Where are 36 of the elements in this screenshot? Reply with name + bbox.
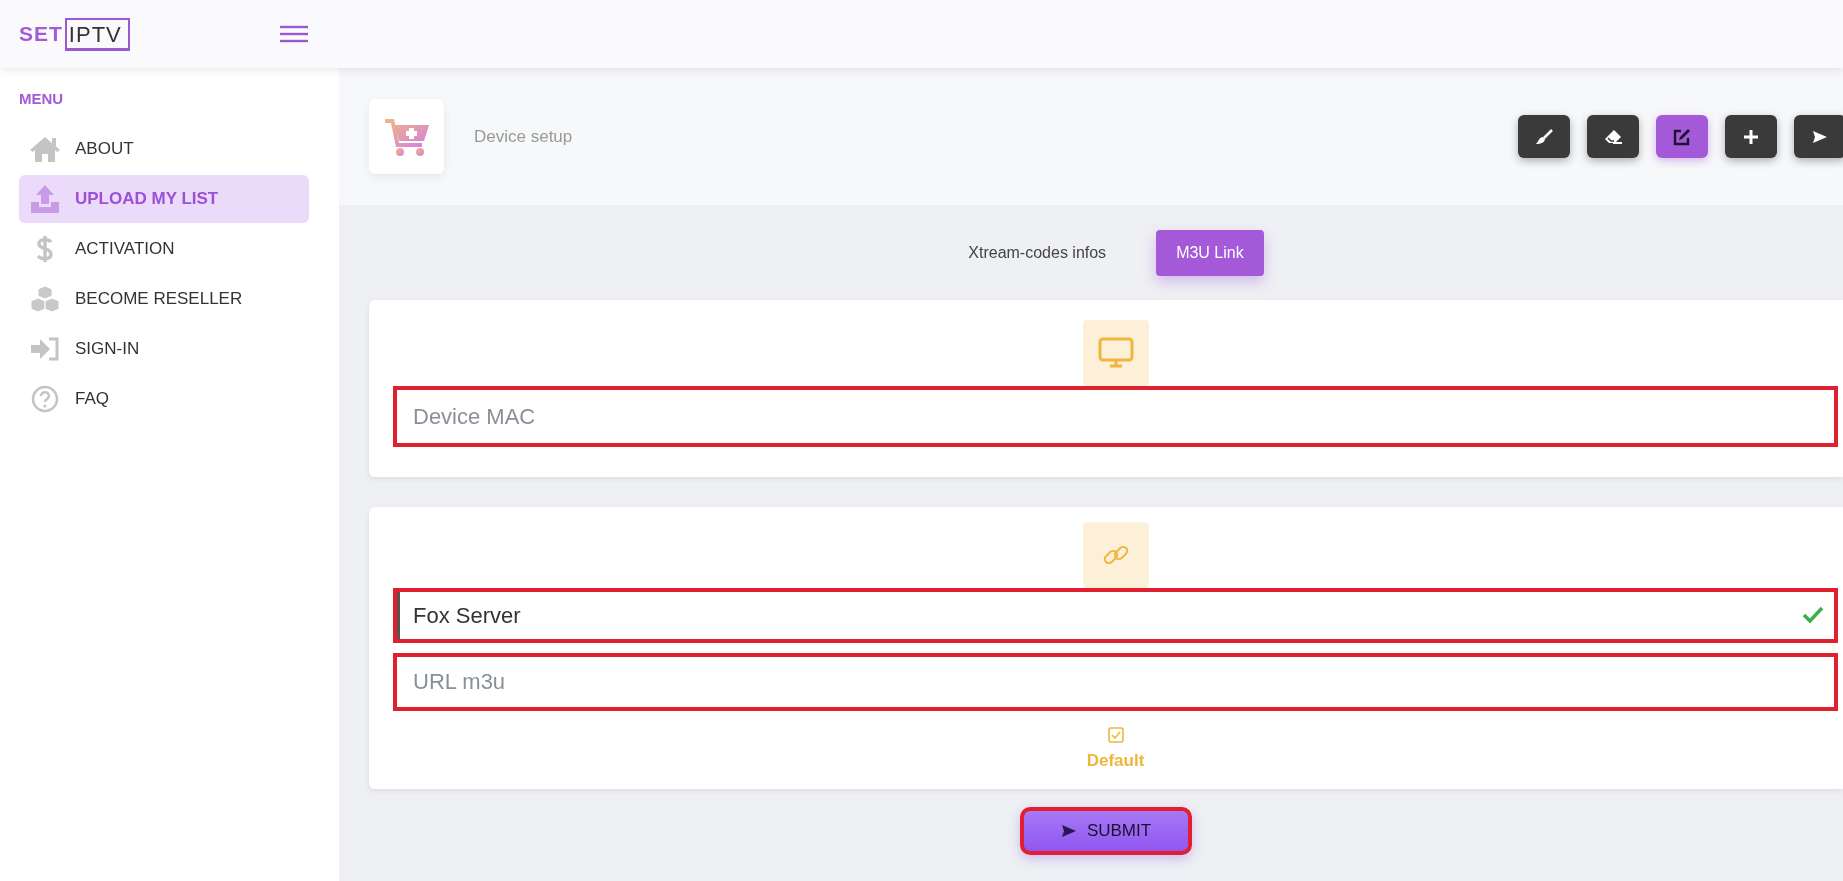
brush-icon [1535,128,1553,145]
add-button[interactable] [1725,115,1777,158]
question-icon [31,385,59,413]
input-field[interactable]: Device MAC [393,386,1838,447]
sidebar-item[interactable]: ABOUT [19,125,309,173]
checkbox[interactable] [1107,727,1124,743]
input-field[interactable]: URL m3u [393,653,1838,711]
sidebar-item[interactable]: ACTIVATION [19,225,309,273]
send-icon [1060,824,1077,838]
house-icon [29,135,61,163]
submit-button[interactable]: SUBMIT [1020,807,1192,855]
edit-icon [1673,127,1691,146]
send-icon [1812,129,1828,144]
page-title: Device setup [474,126,574,147]
send-button[interactable] [1794,115,1843,158]
sign-in-icon [30,337,60,361]
sidebar-item[interactable]: UPLOAD MY LIST [19,175,309,223]
sidebar-item[interactable]: BECOME RESELLER [19,275,309,323]
cart-plus-icon [383,116,430,157]
sidebar-item[interactable]: FAQ [19,375,309,423]
menu-icon[interactable] [280,25,308,43]
tab[interactable]: Xtream-codes infos [948,229,1127,276]
plus-icon [1743,128,1759,145]
brush-button[interactable] [1518,115,1570,158]
edit-button[interactable] [1656,115,1708,158]
sidebar-item[interactable]: SIGN-IN [19,325,309,373]
cubes-icon [30,285,60,313]
monitor-icon [1097,337,1134,369]
eraser-button[interactable] [1587,115,1639,158]
upload-icon [30,184,60,214]
menu-heading: MENU [19,90,65,107]
dollar-icon [36,234,54,264]
input-field[interactable]: Fox Server [393,588,1838,643]
eraser-icon [1604,128,1622,145]
checkbox-label: Default [1086,751,1145,771]
tab[interactable]: M3U Link [1156,229,1264,276]
